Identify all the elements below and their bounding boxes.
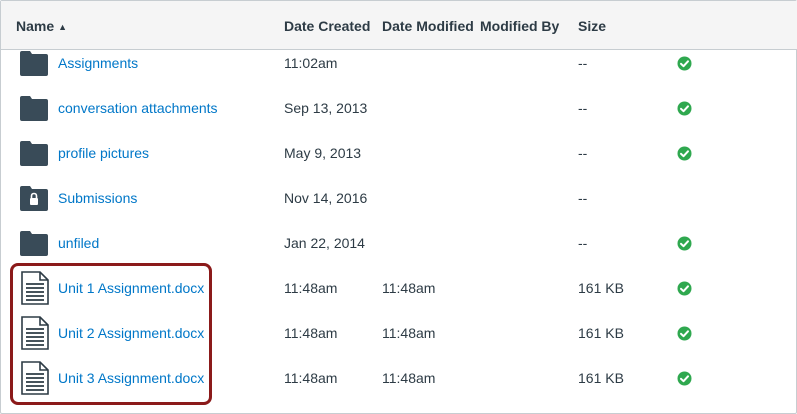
file-size: -- (578, 235, 588, 251)
column-header-name-label: Name (16, 18, 55, 34)
folder-icon (20, 51, 48, 76)
date-created: May 9, 2013 (284, 145, 362, 161)
folder-icon (20, 141, 48, 166)
file-name-link[interactable]: conversation attachments (58, 100, 218, 116)
highlight-annotation-box (10, 263, 212, 405)
file-size: 161 KB (578, 325, 624, 341)
table-row[interactable]: unfiled Jan 22, 2014 -- (1, 221, 797, 266)
file-size: -- (578, 145, 588, 161)
file-name-link[interactable]: profile pictures (58, 145, 149, 161)
sort-ascending-icon: ▲ (58, 22, 68, 32)
date-created: 11:48am (284, 370, 338, 386)
file-size: -- (578, 190, 588, 206)
date-created: Nov 14, 2016 (284, 190, 368, 206)
column-header-date-created[interactable]: Date Created (284, 18, 370, 34)
table-row[interactable]: conversation attachments Sep 13, 2013 -- (1, 86, 797, 131)
column-header-size[interactable]: Size (578, 18, 606, 34)
date-created: 11:02am (284, 55, 338, 71)
file-name-link[interactable]: unfiled (58, 235, 99, 251)
date-modified: 11:48am (382, 325, 436, 341)
folder-icon (20, 96, 48, 121)
file-size: 161 KB (578, 280, 624, 296)
date-created: Jan 22, 2014 (284, 235, 365, 251)
published-check-icon[interactable] (677, 281, 692, 296)
file-name-link[interactable]: Submissions (58, 190, 137, 206)
published-check-icon[interactable] (677, 236, 692, 251)
date-modified: 11:48am (382, 280, 436, 296)
file-size: -- (578, 55, 588, 71)
table-row[interactable]: Assignments 11:02am -- (1, 41, 797, 86)
date-created: 11:48am (284, 325, 338, 341)
date-created: Sep 13, 2013 (284, 100, 368, 116)
date-modified: 11:48am (382, 370, 436, 386)
published-check-icon[interactable] (677, 146, 692, 161)
column-header-date-modified[interactable]: Date Modified (382, 18, 474, 34)
file-size: -- (578, 100, 588, 116)
file-name-link[interactable]: Assignments (58, 55, 138, 71)
files-table: Name ▲ Date Created Date Modified Modifie… (0, 0, 797, 414)
locked-folder-icon (20, 186, 48, 211)
table-row[interactable]: profile pictures May 9, 2013 -- (1, 131, 797, 176)
column-header-name[interactable]: Name ▲ (16, 18, 67, 34)
column-header-modified-by[interactable]: Modified By (480, 18, 559, 34)
file-size: 161 KB (578, 370, 624, 386)
published-check-icon[interactable] (677, 371, 692, 386)
published-check-icon[interactable] (677, 56, 692, 71)
published-check-icon[interactable] (677, 101, 692, 116)
published-check-icon[interactable] (677, 326, 692, 341)
table-row[interactable]: Submissions Nov 14, 2016 -- (1, 176, 797, 221)
folder-icon (20, 231, 48, 256)
date-created: 11:48am (284, 280, 338, 296)
